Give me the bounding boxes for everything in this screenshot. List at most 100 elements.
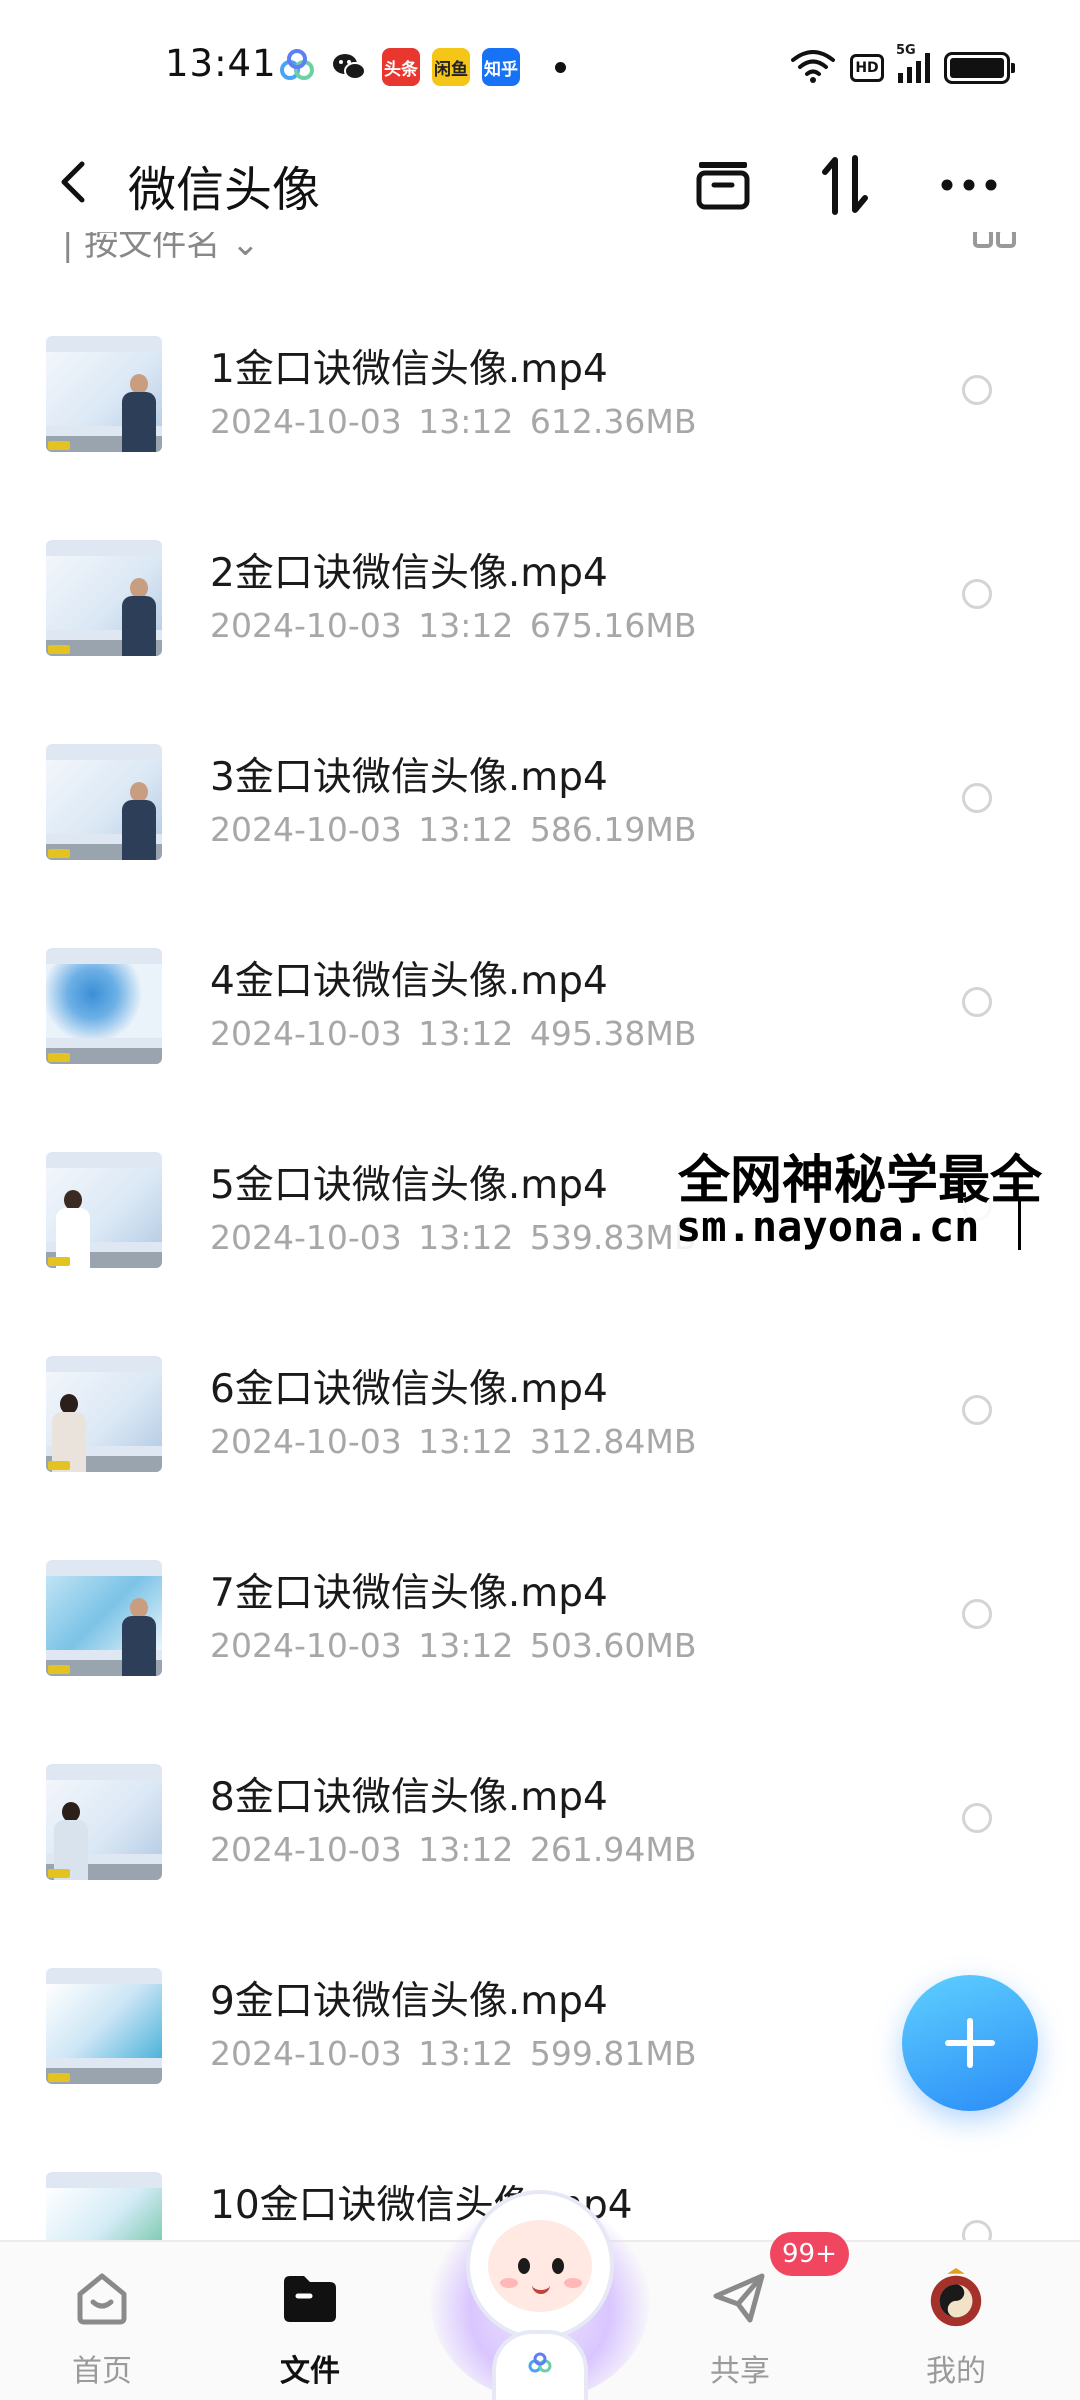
sort-arrows-icon bbox=[822, 155, 868, 215]
nav-label-share: 共享 bbox=[710, 2354, 770, 2389]
profile-avatar-icon bbox=[924, 2266, 988, 2330]
select-checkbox[interactable] bbox=[962, 1395, 992, 1425]
file-size: 495.38MB bbox=[529, 1014, 697, 1053]
baidu-netdisk-icon bbox=[278, 48, 316, 86]
mascot-assistant-icon bbox=[528, 2352, 552, 2373]
file-time: 13:12 bbox=[418, 402, 514, 441]
video-thumbnail bbox=[46, 1764, 162, 1880]
grid-view-icon bbox=[973, 232, 1016, 248]
plus-icon bbox=[945, 2018, 995, 2068]
file-name: 1金口诀微信头像.mp4 bbox=[210, 347, 608, 392]
file-size: 261.94MB bbox=[529, 1830, 697, 1869]
add-button[interactable] bbox=[902, 1975, 1038, 2111]
file-size: 675.16MB bbox=[529, 606, 697, 645]
file-name: 2金口诀微信头像.mp4 bbox=[210, 551, 608, 596]
file-date: 2024-10-03 bbox=[210, 402, 402, 441]
text-caret bbox=[1018, 1200, 1021, 1250]
watermark-url: sm.nayona.cn bbox=[676, 1202, 980, 1251]
select-checkbox[interactable] bbox=[962, 579, 992, 609]
file-time: 13:12 bbox=[418, 810, 514, 849]
wechat-icon bbox=[330, 48, 368, 86]
chevron-left-icon bbox=[61, 161, 85, 203]
nav-home[interactable]: 首页 bbox=[2, 2242, 202, 2400]
select-checkbox[interactable] bbox=[962, 783, 992, 813]
file-date: 2024-10-03 bbox=[210, 1014, 402, 1053]
file-date: 2024-10-03 bbox=[210, 1422, 402, 1461]
toutiao-icon: 头条 bbox=[382, 48, 420, 86]
select-checkbox[interactable] bbox=[962, 2220, 992, 2240]
select-checkbox[interactable] bbox=[962, 375, 992, 405]
file-date: 2024-10-03 bbox=[210, 810, 402, 849]
file-time: 13:12 bbox=[418, 606, 514, 645]
nav-profile[interactable]: 我的 bbox=[856, 2242, 1056, 2400]
video-thumbnail bbox=[46, 336, 162, 452]
file-date: 2024-10-03 bbox=[210, 606, 402, 645]
file-name: 8金口诀微信头像.mp4 bbox=[210, 1775, 608, 1820]
nav-label-home: 首页 bbox=[72, 2354, 132, 2389]
file-date: 2024-10-03 bbox=[210, 1626, 402, 1665]
list-item[interactable]: 1金口诀微信头像.mp4 2024-10-03 13:12 612.36MB bbox=[0, 272, 1080, 476]
file-date: 2024-10-03 bbox=[210, 2034, 402, 2073]
file-time: 13:12 bbox=[418, 1626, 514, 1665]
chevron-down-icon: ⌄ bbox=[231, 232, 260, 264]
file-time: 13:12 bbox=[418, 2034, 514, 2073]
archive-box-icon bbox=[696, 162, 750, 210]
list-item[interactable]: 3金口诀微信头像.mp4 2024-10-03 13:12 586.19MB bbox=[0, 680, 1080, 884]
more-options-button[interactable] bbox=[934, 152, 1004, 218]
file-meta: 2024-10-03 13:12 495.38MB bbox=[210, 1014, 696, 1053]
file-meta: 2024-10-03 13:12 675.16MB bbox=[210, 606, 696, 645]
select-checkbox[interactable] bbox=[962, 1599, 992, 1629]
video-thumbnail bbox=[46, 540, 162, 656]
file-meta: 2024-10-03 13:12 599.81MB bbox=[210, 2034, 696, 2073]
file-size: 612.36MB bbox=[529, 402, 697, 441]
video-thumbnail bbox=[46, 948, 162, 1064]
file-name: 4金口诀微信头像.mp4 bbox=[210, 959, 608, 1004]
signal-label: 5G bbox=[896, 43, 916, 58]
hd-badge: HD bbox=[850, 54, 884, 82]
file-meta: 2024-10-03 13:12 312.84MB bbox=[210, 1422, 696, 1461]
xianyu-icon: 闲鱼 bbox=[432, 48, 470, 86]
video-thumbnail bbox=[46, 2172, 162, 2240]
select-checkbox[interactable] bbox=[962, 987, 992, 1017]
view-toggle-button[interactable] bbox=[972, 232, 1018, 256]
select-checkbox[interactable] bbox=[962, 1803, 992, 1833]
file-time: 13:12 bbox=[418, 1014, 514, 1053]
file-name: 6金口诀微信头像.mp4 bbox=[210, 1367, 608, 1412]
file-size: 586.19MB bbox=[529, 810, 697, 849]
nav-files[interactable]: 文件 bbox=[210, 2242, 410, 2400]
sort-button[interactable] bbox=[810, 152, 880, 218]
folder-icon bbox=[278, 2266, 342, 2330]
share-send-icon bbox=[708, 2266, 772, 2330]
back-button[interactable] bbox=[48, 152, 98, 212]
battery-icon bbox=[944, 52, 1015, 84]
file-name: 7金口诀微信头像.mp4 bbox=[210, 1571, 608, 1616]
sort-dropdown[interactable]: | 按文件名 ⌄ bbox=[62, 232, 260, 265]
list-item[interactable]: 6金口诀微信头像.mp4 2024-10-03 13:12 312.84MB bbox=[0, 1292, 1080, 1496]
list-item[interactable]: 2金口诀微信头像.mp4 2024-10-03 13:12 675.16MB bbox=[0, 476, 1080, 680]
mascot-assistant-button[interactable] bbox=[430, 2180, 650, 2400]
more-dots-icon bbox=[941, 179, 997, 191]
file-size: 599.81MB bbox=[529, 2034, 697, 2073]
sort-label-text: 按文件名 bbox=[84, 232, 221, 264]
select-mode-button[interactable] bbox=[688, 152, 758, 218]
list-item[interactable]: 8金口诀微信头像.mp4 2024-10-03 13:12 261.94MB bbox=[0, 1700, 1080, 1904]
file-name: 9金口诀微信头像.mp4 bbox=[210, 1979, 608, 2024]
file-meta: 2024-10-03 13:12 261.94MB bbox=[210, 1830, 696, 1869]
video-thumbnail bbox=[46, 744, 162, 860]
top-bar: 微信头像 bbox=[0, 130, 1080, 240]
video-thumbnail bbox=[46, 1560, 162, 1676]
video-thumbnail bbox=[46, 1356, 162, 1472]
list-item[interactable]: 7金口诀微信头像.mp4 2024-10-03 13:12 503.60MB bbox=[0, 1496, 1080, 1700]
file-name: 3金口诀微信头像.mp4 bbox=[210, 755, 608, 800]
status-indicators: HD 5G bbox=[790, 43, 1015, 88]
signal-icon: 5G bbox=[896, 43, 930, 83]
zhihu-icon: 知乎 bbox=[482, 48, 520, 86]
share-badge: 99+ bbox=[770, 2232, 849, 2276]
file-size: 312.84MB bbox=[529, 1422, 697, 1461]
file-meta: 2024-10-03 13:12 539.83MB bbox=[210, 1218, 696, 1257]
page-title: 微信头像 bbox=[128, 162, 321, 218]
status-bar: 13:41 头条 闲鱼 知乎 HD 5G bbox=[0, 0, 1080, 130]
list-item[interactable]: 4金口诀微信头像.mp4 2024-10-03 13:12 495.38MB bbox=[0, 884, 1080, 1088]
home-icon bbox=[70, 2266, 134, 2330]
file-meta: 2024-10-03 13:12 586.19MB bbox=[210, 810, 696, 849]
